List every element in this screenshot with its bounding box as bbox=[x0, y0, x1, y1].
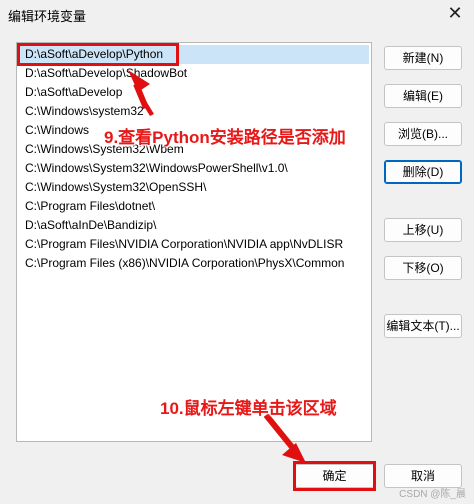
step9-annotation: 9.查看Python安装路径是否添加 bbox=[104, 128, 346, 147]
arrow-to-ok-icon bbox=[263, 413, 306, 463]
step10-annotation: 10.鼠标左键单击该区域 bbox=[160, 399, 337, 418]
annotation-arrows bbox=[128, 70, 306, 463]
watermark: CSDN @陈_晨 bbox=[399, 489, 466, 500]
arrow-to-python-icon bbox=[128, 70, 154, 116]
